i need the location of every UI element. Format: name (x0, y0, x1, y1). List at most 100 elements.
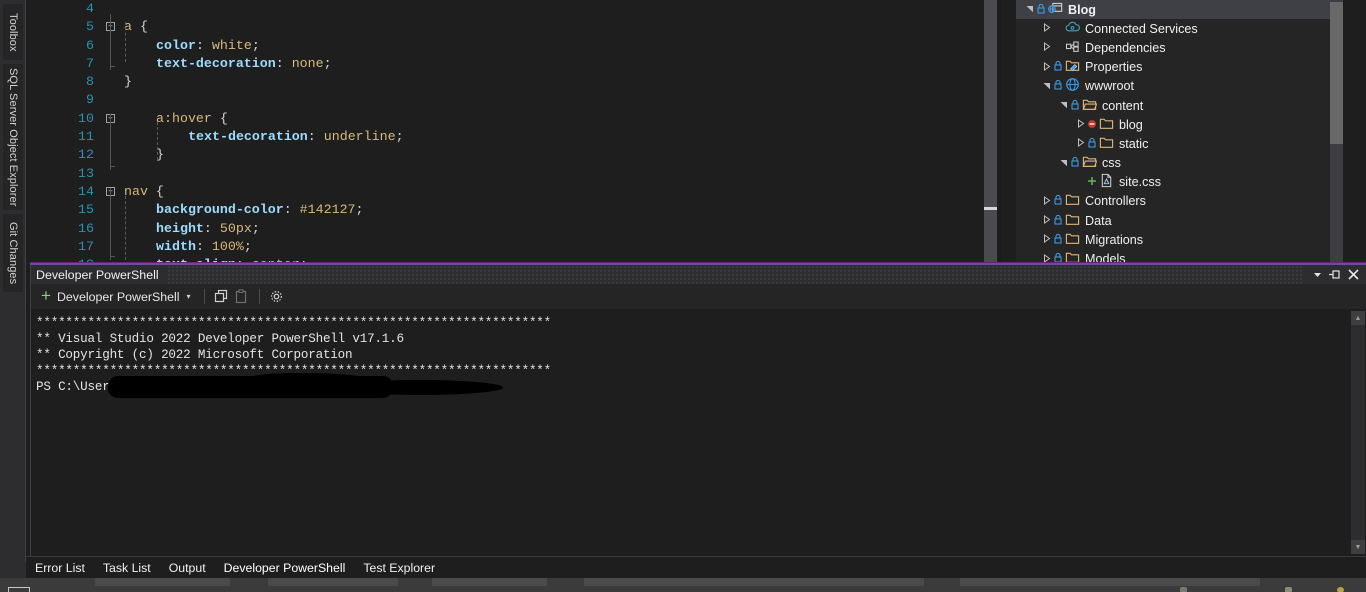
windows-taskbar[interactable] (0, 578, 1366, 592)
terminal-profile-selector[interactable]: Developer PowerShell ▾ (57, 290, 197, 304)
editor-line-number: 9 (86, 92, 94, 108)
taskbar-item[interactable] (432, 578, 547, 586)
panel-close-icon[interactable] (1344, 265, 1362, 284)
chevron-collapsed-icon[interactable] (1041, 253, 1052, 262)
scroll-up-arrow-icon[interactable]: ▲ (1351, 311, 1365, 325)
toolbar-separator-2 (258, 289, 260, 304)
chevron-collapsed-icon[interactable] (1041, 196, 1052, 207)
source-control-lock-icon (1052, 79, 1063, 93)
editor-line[interactable]: 7 text-decoration: none; (36, 55, 1001, 73)
chevron-expanded-icon[interactable] (1024, 4, 1035, 15)
solution-tree-item[interactable]: Migrations (1016, 230, 1343, 249)
chevron-collapsed-icon[interactable] (1041, 215, 1052, 226)
solution-explorer-scrollbar[interactable] (1330, 0, 1343, 262)
new-terminal-button[interactable]: + (41, 287, 57, 306)
paste-button[interactable] (232, 288, 252, 306)
panel-pin-icon[interactable] (1326, 265, 1344, 284)
pending-add-icon (1086, 175, 1097, 189)
taskbar-icon[interactable] (1337, 587, 1344, 592)
terminal-profile-label: Developer PowerShell (56, 289, 180, 304)
source-control-lock-icon (1052, 252, 1063, 262)
rail-tab-sql-server-object-explorer[interactable]: SQL Server Object Explorer (3, 64, 23, 210)
chevron-collapsed-icon[interactable] (1075, 119, 1086, 130)
tool-window-tab-task-list[interactable]: Task List (94, 557, 160, 578)
editor-line[interactable]: 13 (36, 165, 1001, 183)
rail-tab-sql-server-object-explorer-label: SQL Server Object Explorer (7, 67, 19, 207)
powershell-scrollbar-track[interactable] (1351, 325, 1365, 540)
editor-solution-splitter[interactable] (999, 0, 1001, 262)
chevron-collapsed-icon[interactable] (1041, 234, 1052, 245)
solution-tree-item[interactable]: Controllers (1016, 192, 1343, 211)
solution-tree-item-label: content (1102, 98, 1144, 113)
code-editor[interactable]: 4 5–a {6 color: white; 7 text-decoration: no… (26, 0, 1001, 262)
folder-icon (1097, 116, 1115, 134)
left-tool-rail: Toolbox SQL Server Object Explorer Git C… (0, 0, 26, 562)
chevron-expanded-icon[interactable] (1041, 81, 1052, 92)
panel-drag-dots[interactable] (166, 265, 1304, 284)
taskbar-item[interactable] (268, 578, 398, 586)
solution-tree-item[interactable]: Models (1016, 249, 1343, 262)
rail-tab-git-changes[interactable]: Git Changes (3, 214, 23, 292)
tool-window-tabstrip[interactable]: Error List Task List Output Developer Power… (26, 556, 1366, 578)
solution-explorer-tree[interactable]: Blog Connected Services Dependencies Proper… (1016, 0, 1343, 262)
solution-tree-item[interactable]: static (1016, 134, 1343, 153)
editor-line[interactable]: 14–nav { (36, 183, 1001, 201)
editor-code-surface[interactable]: 4 5–a {6 color: white; 7 text-decoration: no… (36, 0, 1001, 262)
chevron-collapsed-icon[interactable] (1075, 138, 1086, 149)
taskbar-item[interactable] (584, 578, 924, 586)
editor-line-number: 10 (78, 110, 94, 126)
editor-line-number: 12 (78, 147, 94, 163)
chevron-collapsed-icon[interactable] (1041, 23, 1052, 34)
developer-powershell-panel: Developer PowerShell + Developer PowerSh… (30, 265, 1366, 556)
editor-line[interactable]: 10–a:hover { (36, 110, 1001, 128)
editor-line[interactable]: 8} (36, 73, 1001, 91)
rail-tab-toolbox[interactable]: Toolbox (3, 4, 23, 60)
editor-line[interactable]: 17 width: 100%; (36, 238, 1001, 256)
scroll-down-arrow-icon[interactable]: ▼ (1351, 540, 1365, 554)
chevron-expanded-icon[interactable] (1058, 100, 1069, 111)
solution-tree-item[interactable]: blog (1016, 115, 1343, 134)
tool-window-tab-test-explorer[interactable]: Test Explorer (354, 557, 444, 578)
taskbar-item[interactable] (95, 578, 230, 586)
chevron-collapsed-icon[interactable] (1041, 42, 1052, 53)
solution-tree-item[interactable]: Blog (1016, 0, 1343, 20)
editor-line[interactable]: 15 background-color: #142127; (36, 201, 1001, 219)
solution-tree-item[interactable]: css (1016, 154, 1343, 173)
editor-line[interactable]: 9 (36, 91, 1001, 109)
chevron-collapsed-icon[interactable] (1041, 61, 1052, 73)
panel-dropdown-icon[interactable] (1308, 265, 1326, 284)
editor-line[interactable]: 6 color: white; (36, 37, 1001, 55)
solution-tree-item[interactable]: Properties (1016, 58, 1343, 77)
solution-tree-item[interactable]: wwwroot (1016, 77, 1343, 96)
solution-tree-item[interactable]: Connected Services (1016, 19, 1343, 38)
editor-line[interactable]: 12} (36, 146, 1001, 164)
solution-tree-item-label: blog (1119, 117, 1143, 132)
solution-tree-item[interactable]: site.css (1016, 173, 1343, 192)
editor-line[interactable]: 5–a { (36, 18, 1001, 36)
tool-window-tab-output[interactable]: Output (160, 557, 215, 578)
solution-tree-item[interactable]: content (1016, 96, 1343, 115)
solution-tree-item[interactable]: Data (1016, 211, 1343, 230)
taskbar-icon[interactable] (1180, 587, 1187, 592)
taskbar-item[interactable] (960, 578, 1260, 586)
solution-explorer-scrollbar-thumb[interactable] (1330, 2, 1343, 144)
editor-line[interactable]: 4 (36, 0, 1001, 18)
terminal-settings-button[interactable] (267, 288, 287, 306)
copy-button[interactable] (212, 288, 232, 306)
solution-explorer[interactable]: Blog Connected Services Dependencies Proper… (1016, 0, 1366, 262)
chevron-expanded-icon[interactable] (1058, 158, 1069, 169)
editor-line[interactable]: 11 text-decoration: underline; (36, 128, 1001, 146)
start-button[interactable] (8, 587, 30, 592)
editor-line-text: } (124, 74, 132, 90)
powershell-console-output[interactable]: ****************************************… (31, 309, 1366, 556)
editor-line-number: 13 (78, 165, 94, 181)
powershell-scrollbar[interactable]: ▲ ▼ (1350, 309, 1366, 556)
taskbar-icon[interactable] (1285, 587, 1292, 592)
tool-window-tab-developer-powershell[interactable]: Developer PowerShell (215, 557, 355, 578)
solution-tree-item[interactable]: Dependencies (1016, 38, 1343, 57)
editor-scrollbar-thumb[interactable] (984, 0, 997, 262)
editor-line-number: 7 (86, 55, 94, 71)
tool-window-tab-error-list[interactable]: Error List (26, 557, 94, 578)
editor-line[interactable]: 16 height: 50px; (36, 220, 1001, 238)
editor-vertical-scrollbar[interactable] (983, 0, 999, 262)
